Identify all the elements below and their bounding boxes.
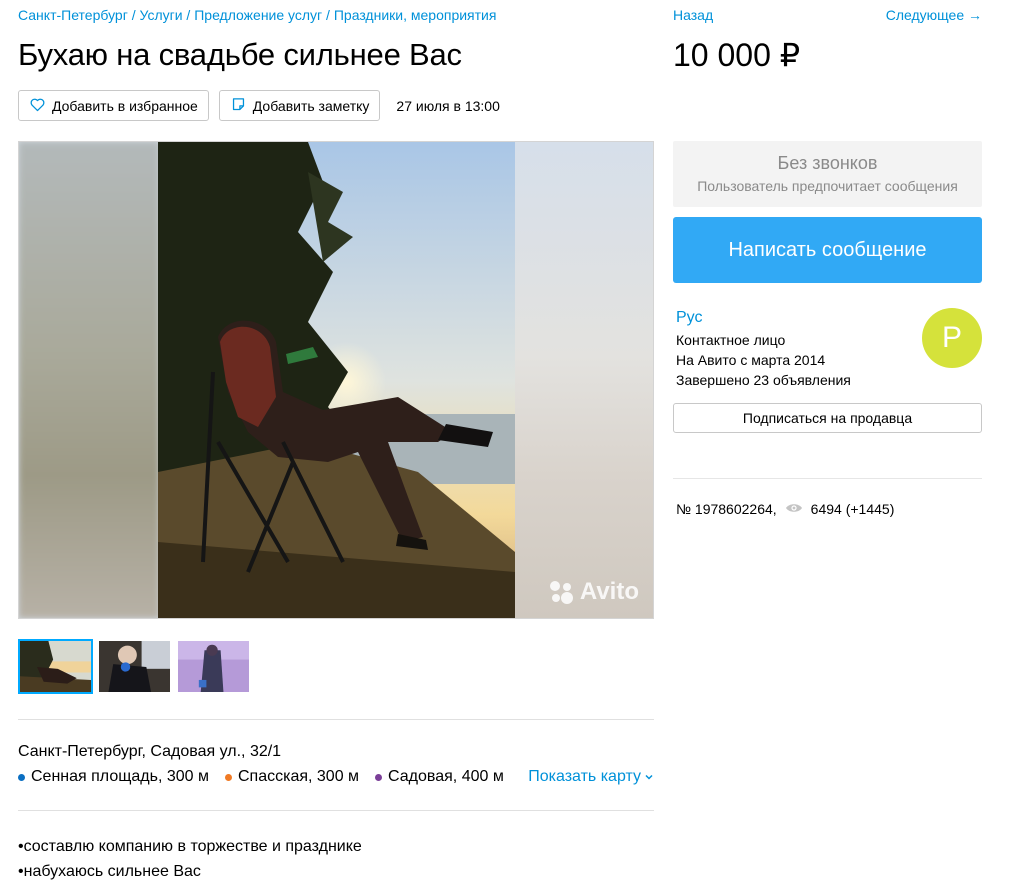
add-to-favorites-label: Добавить в избранное xyxy=(52,97,198,114)
seller-role: Контактное лицо xyxy=(676,332,786,348)
next-link[interactable]: Следующее → xyxy=(886,7,982,23)
metro-station-label: Садовая, 400 м xyxy=(388,768,504,785)
seller-info: Рус Контактное лицо На Авито с марта 201… xyxy=(676,308,851,390)
metro-station: Садовая, 400 м xyxy=(375,768,504,786)
address: Санкт-Петербург, Садовая ул., 32/1 xyxy=(18,743,282,760)
write-message-button[interactable]: Написать сообщение xyxy=(673,217,982,283)
add-note-label: Добавить заметку xyxy=(252,97,370,114)
breadcrumb-city[interactable]: Санкт-Петербург xyxy=(18,7,128,23)
seller-since: На Авито с марта 2014 xyxy=(676,352,826,368)
avito-watermark-text: Avito xyxy=(579,578,639,605)
avatar[interactable]: Р xyxy=(922,308,982,368)
show-map-label: Показать карту xyxy=(528,768,641,785)
back-link[interactable]: Назад xyxy=(673,7,713,23)
page-title: Бухаю на свадьбе сильнее Вас xyxy=(18,37,462,72)
views-count: 6494 (+1445) xyxy=(810,501,895,517)
breadcrumb-separator: / xyxy=(127,7,140,23)
divider xyxy=(673,478,982,479)
ad-actions: Добавить в избранное Добавить заметку 27… xyxy=(18,90,500,121)
ad-description: •составлю компанию в торжестве и праздни… xyxy=(18,834,362,884)
thumbnail-3[interactable] xyxy=(176,639,251,694)
seller-name-link[interactable]: Рус xyxy=(676,308,851,328)
show-map-link[interactable]: Показать карту xyxy=(528,768,654,786)
main-photo[interactable] xyxy=(158,142,515,619)
seller-completed-ads: Завершено 23 объявления xyxy=(676,372,851,388)
no-calls-subtitle: Пользователь предпочитает сообщения xyxy=(697,178,958,194)
price: 10 000 ₽ xyxy=(673,37,801,73)
avito-watermark: Avito xyxy=(548,578,639,606)
eye-icon xyxy=(785,501,803,517)
publish-date: 27 июля в 13:00 xyxy=(396,97,500,114)
metro-station-label: Сенная площадь, 300 м xyxy=(31,768,209,785)
description-line: •набухаюсь сильнее Вас xyxy=(18,863,201,880)
heart-icon xyxy=(29,96,46,116)
avito-logo-icon xyxy=(549,581,573,604)
gallery-blur-background-left xyxy=(19,142,159,618)
no-calls-notice: Без звонков Пользователь предпочитает со… xyxy=(673,141,982,207)
add-note-button[interactable]: Добавить заметку xyxy=(218,90,381,121)
metro-station: Сенная площадь, 300 м xyxy=(18,768,209,786)
breadcrumb-service-offer[interactable]: Предложение услуг xyxy=(194,7,322,23)
description-line: •составлю компанию в торжестве и праздни… xyxy=(18,838,362,855)
thumbnail-2[interactable] xyxy=(97,639,172,694)
metro-station-label: Спасская, 300 м xyxy=(237,768,360,785)
metro-line-dot xyxy=(375,773,383,781)
breadcrumb-separator: / xyxy=(182,7,195,23)
ad-meta: № 1978602264, 6494 (+1445) xyxy=(676,501,894,517)
gallery-thumbnails xyxy=(18,639,251,694)
chevron-down-icon xyxy=(645,774,653,780)
gallery-blur-background-right xyxy=(513,142,653,618)
breadcrumb-services[interactable]: Услуги xyxy=(139,7,182,23)
metro-line-dot xyxy=(224,773,232,781)
add-to-favorites-button[interactable]: Добавить в избранное xyxy=(18,90,209,121)
note-icon xyxy=(230,96,247,116)
metro-station: Спасская, 300 м xyxy=(224,768,360,786)
breadcrumb-separator: / xyxy=(322,7,334,23)
breadcrumb-holidays-events[interactable]: Праздники, мероприятия xyxy=(334,7,497,23)
divider xyxy=(18,719,654,720)
subscribe-to-seller-button[interactable]: Подписаться на продавца xyxy=(673,403,982,433)
metro-line-dot xyxy=(18,773,25,781)
no-calls-title: Без звонков xyxy=(777,153,878,173)
thumbnail-1[interactable] xyxy=(18,639,93,694)
metro-stations: Сенная площадь, 300 м Спасская, 300 м Са… xyxy=(18,768,654,786)
breadcrumb: Санкт-Петербург / Услуги / Предложение у… xyxy=(18,7,496,23)
divider xyxy=(18,810,654,811)
ad-number: № 1978602264, xyxy=(676,501,777,517)
photo-gallery[interactable]: Avito xyxy=(18,141,654,619)
